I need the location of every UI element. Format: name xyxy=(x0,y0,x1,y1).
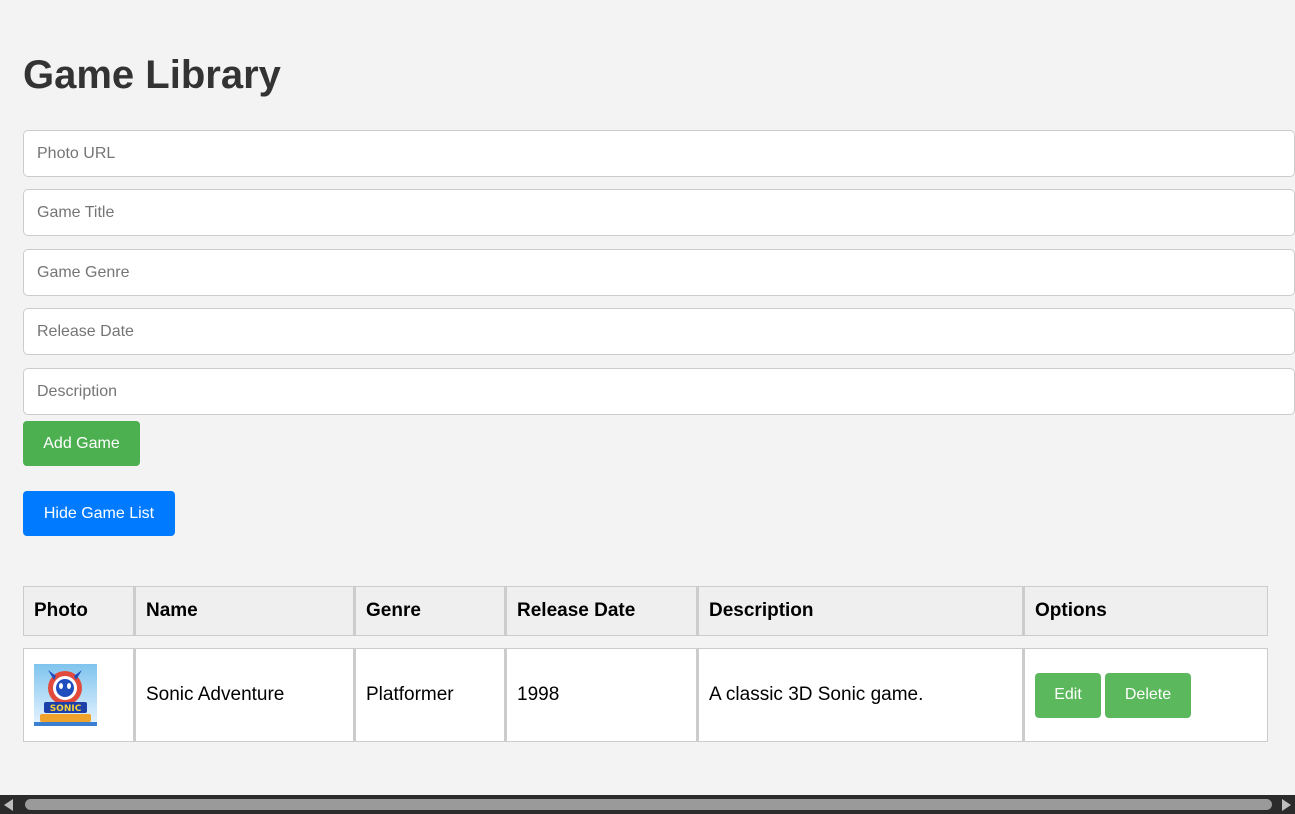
game-genre-cell: Platformer xyxy=(354,648,505,742)
svg-text:SONIC: SONIC xyxy=(50,704,82,714)
table-header-row: Photo Name Genre Release Date Descriptio… xyxy=(23,586,1268,636)
options-cell: Edit Delete xyxy=(1023,648,1268,742)
delete-button[interactable]: Delete xyxy=(1105,672,1191,718)
horizontal-scrollbar[interactable] xyxy=(0,795,1295,814)
page-title: Game Library xyxy=(23,53,281,97)
header-photo: Photo xyxy=(23,586,134,636)
release-date-input[interactable] xyxy=(23,308,1295,355)
table-row: SONIC Sonic Adventure Platformer 1998 A … xyxy=(23,648,1268,742)
header-description: Description xyxy=(697,586,1023,636)
description-input[interactable] xyxy=(23,368,1295,415)
photo-url-input[interactable] xyxy=(23,130,1295,177)
game-cover-image: SONIC xyxy=(34,664,97,726)
header-genre: Genre xyxy=(354,586,505,636)
scroll-right-arrow-icon[interactable] xyxy=(1282,799,1291,811)
game-name-cell: Sonic Adventure xyxy=(134,648,354,742)
scroll-left-arrow-icon[interactable] xyxy=(4,799,13,811)
photo-cell: SONIC xyxy=(23,648,134,742)
scrollbar-thumb[interactable] xyxy=(25,799,1272,810)
hide-game-list-button[interactable]: Hide Game List xyxy=(23,491,175,536)
game-description-cell: A classic 3D Sonic game. xyxy=(697,648,1023,742)
header-options: Options xyxy=(1023,586,1268,636)
games-table: Photo Name Genre Release Date Descriptio… xyxy=(23,574,1268,754)
header-release-date: Release Date xyxy=(505,586,697,636)
game-release-date-cell: 1998 xyxy=(505,648,697,742)
edit-button[interactable]: Edit xyxy=(1035,672,1101,718)
header-name: Name xyxy=(134,586,354,636)
game-title-input[interactable] xyxy=(23,189,1295,236)
game-library-page: Game Library Add Game Hide Game List Pho… xyxy=(0,0,1295,814)
add-game-button[interactable]: Add Game xyxy=(23,421,140,466)
game-genre-input[interactable] xyxy=(23,249,1295,296)
